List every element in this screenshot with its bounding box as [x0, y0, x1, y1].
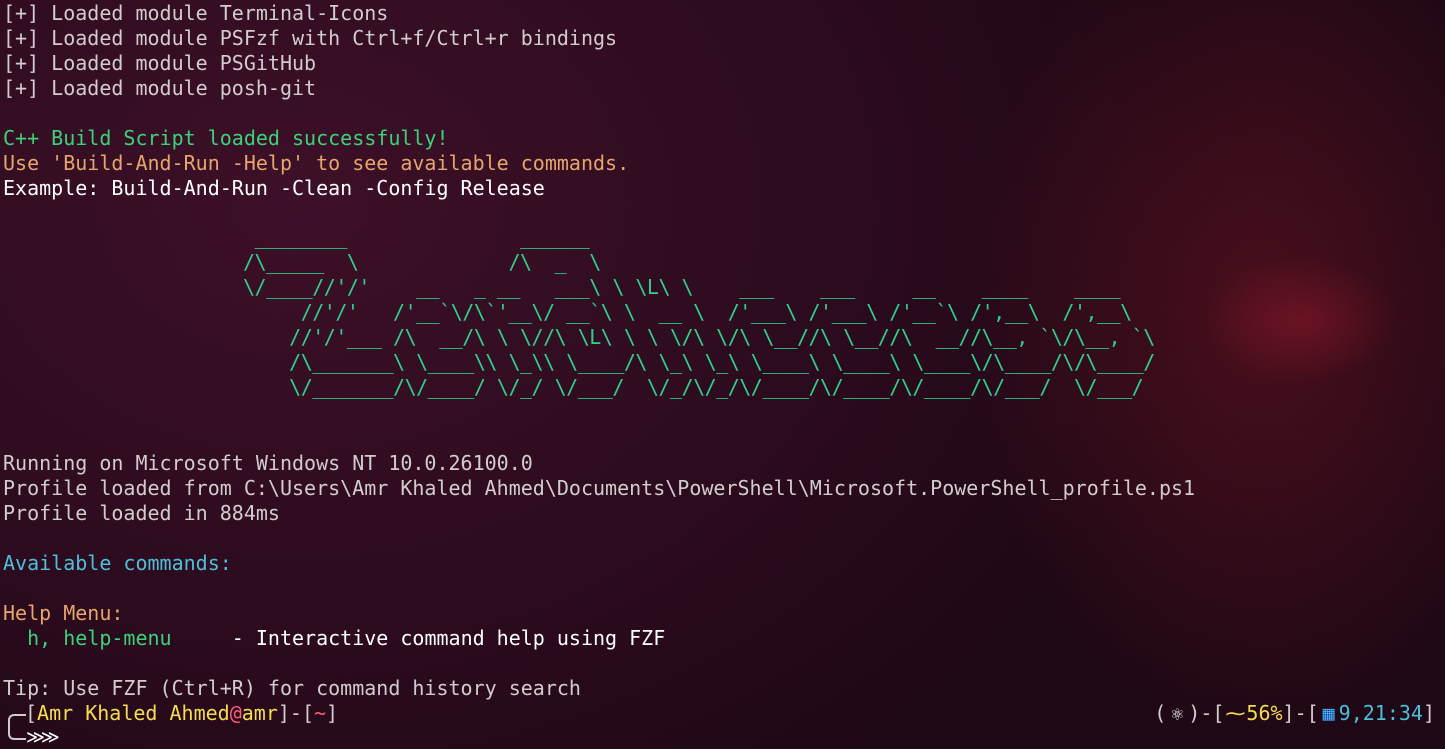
help-menu-entry: h, help-menu - Interactive command help …	[3, 626, 1443, 651]
prompt-time: 9,21:34	[1338, 701, 1423, 725]
build-help-message: Use 'Build-And-Run -Help' to see availab…	[3, 151, 630, 175]
prompt-user: Amr Khaled Ahmed	[37, 701, 230, 725]
help-description: - Interactive command help using FZF	[171, 626, 666, 650]
module-line: [+] Loaded module posh-git	[3, 76, 317, 100]
available-commands-header: Available commands:	[3, 551, 232, 575]
help-command: h, help-menu	[3, 626, 172, 650]
system-info: Running on Microsoft Windows NT 10.0.261…	[3, 451, 1443, 701]
help-menu-title: Help Menu:	[3, 601, 124, 625]
profile-path: Profile loaded from C:\Users\Amr Khaled …	[3, 476, 1196, 500]
tip-message: Tip: Use FZF (Ctrl+R) for command histor…	[3, 676, 581, 700]
prompt-path: ~	[314, 701, 327, 725]
prompt-at: @	[229, 701, 242, 725]
atom-icon: ⚛	[1171, 701, 1184, 725]
os-info: Running on Microsoft Windows NT 10.0.261…	[3, 451, 533, 475]
profile-load-time: Profile loaded in 884ms	[3, 501, 280, 525]
calendar-icon: ▦	[1322, 701, 1335, 725]
prompt-host: amr	[241, 701, 278, 725]
terminal-output: [+] Loaded module Terminal-Icons [+] Loa…	[3, 1, 1443, 201]
prompt-line: [Amr Khaled Ahmed@amr]-[~]	[25, 701, 339, 725]
prompt-status: (⚛)-[⁓56%]-[▦ 9,21:34]	[1154, 701, 1435, 725]
battery-percent: 56%	[1246, 701, 1283, 725]
module-line: [+] Loaded module PSFzf with Ctrl+f/Ctrl…	[3, 26, 618, 50]
build-example-message: Example: Build-And-Run -Clean -Config Re…	[3, 176, 545, 200]
module-line: [+] Loaded module PSGitHub	[3, 51, 317, 75]
ascii-banner: ________ ______ /\_____ \ /\ _ \ \/____/…	[243, 225, 1155, 399]
build-success-message: C++ Build Script loaded successfully!	[3, 126, 449, 150]
pulse-icon: ⁓	[1225, 701, 1246, 725]
module-line: [+] Loaded module Terminal-Icons	[3, 1, 389, 25]
prompt-arrows-icon[interactable]: ≫≫	[26, 725, 60, 749]
